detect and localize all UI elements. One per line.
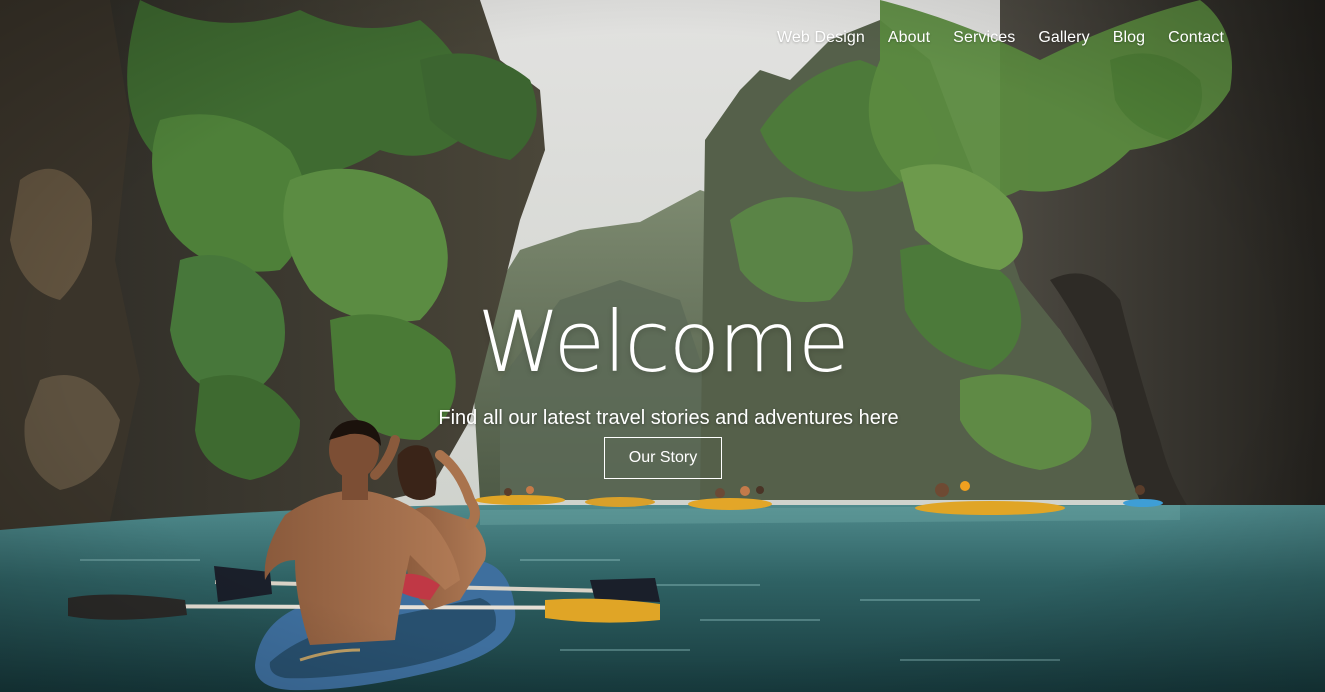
hero-subtitle: Find all our latest travel stories and a…: [438, 407, 899, 429]
hero-title: Welcome: [477, 293, 849, 392]
nav-link-about[interactable]: About: [888, 28, 930, 48]
our-story-button[interactable]: Our Story: [604, 437, 722, 479]
nav-link-contact[interactable]: Contact: [1168, 28, 1224, 48]
nav-link-blog[interactable]: Blog: [1113, 28, 1145, 48]
hero-section: Web Design About Services Gallery Blog C…: [0, 0, 1325, 692]
nav-link-gallery[interactable]: Gallery: [1038, 28, 1089, 48]
nav-link-web-design[interactable]: Web Design: [777, 28, 865, 48]
nav-link-services[interactable]: Services: [953, 28, 1015, 48]
main-navigation: Web Design About Services Gallery Blog C…: [777, 28, 1224, 48]
